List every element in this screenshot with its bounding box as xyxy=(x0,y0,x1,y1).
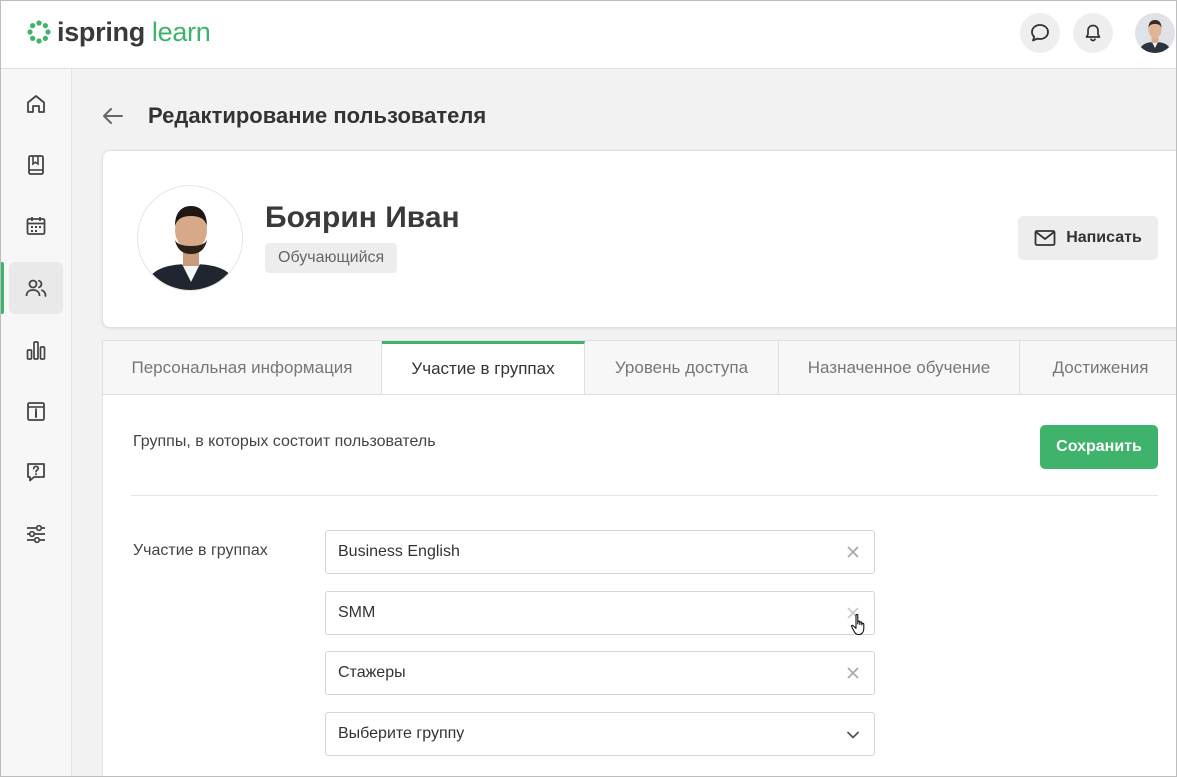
sidebar-item-help[interactable] xyxy=(9,446,63,498)
user-photo-icon xyxy=(138,186,242,290)
sidebar-item-settings[interactable] xyxy=(9,508,63,560)
tab-achievements[interactable]: Достижения xyxy=(1020,341,1177,395)
close-icon xyxy=(847,667,859,679)
sidebar-item-calendar[interactable] xyxy=(9,200,63,252)
write-message-label: Написать xyxy=(1066,229,1142,246)
logo-mark-icon xyxy=(27,20,51,44)
group-name: Business English xyxy=(338,543,460,560)
sidebar-item-catalog[interactable] xyxy=(9,139,63,191)
sidebar-item-reports[interactable] xyxy=(9,324,63,376)
logo-text-light: learn xyxy=(151,16,211,47)
groups-panel: Группы, в которых состоит пользователь С… xyxy=(102,394,1177,777)
header-avatar[interactable] xyxy=(1135,13,1175,53)
tab-bar: Персональная информация Участие в группа… xyxy=(102,340,1177,396)
group-tag[interactable]: Business English xyxy=(325,530,875,574)
divider xyxy=(131,495,1158,496)
chevron-down-icon xyxy=(847,731,859,739)
tab-personal-info[interactable]: Персональная информация xyxy=(103,341,382,395)
question-icon xyxy=(27,463,45,482)
chart-icon xyxy=(26,341,46,360)
users-icon xyxy=(25,279,47,297)
role-badge: Обучающийся xyxy=(265,243,398,273)
sidebar-item-home[interactable] xyxy=(9,78,63,130)
group-tag[interactable]: Стажеры xyxy=(325,651,875,695)
user-photo-icon xyxy=(1135,13,1175,53)
top-header: ispring learn xyxy=(0,0,1177,69)
close-icon xyxy=(847,546,859,558)
group-name: Стажеры xyxy=(338,664,406,681)
sidebar-item-users[interactable] xyxy=(9,262,63,314)
sidebar-active-indicator xyxy=(0,262,4,314)
calendar-icon xyxy=(26,217,46,235)
logo[interactable]: ispring learn xyxy=(26,16,211,48)
sidebar xyxy=(0,69,72,777)
tab-groups[interactable]: Участие в группах xyxy=(382,341,585,396)
user-name: Боярин Иван xyxy=(265,201,460,234)
notifications-button[interactable] xyxy=(1073,13,1113,53)
group-select-placeholder: Выберите группу xyxy=(338,725,465,742)
bell-icon xyxy=(1085,24,1101,42)
chat-button[interactable] xyxy=(1020,13,1060,53)
logo-text-bold: ispring xyxy=(57,16,145,47)
sliders-icon xyxy=(27,524,45,544)
back-arrow-icon[interactable] xyxy=(100,104,126,128)
profile-photo[interactable] xyxy=(137,185,243,291)
tab-assigned-learning[interactable]: Назначенное обучение xyxy=(779,341,1020,395)
envelope-icon xyxy=(1034,230,1056,246)
group-remove-button[interactable] xyxy=(846,545,860,559)
group-select[interactable]: Выберите группу xyxy=(325,712,875,756)
book-icon xyxy=(28,155,44,175)
group-remove-button[interactable] xyxy=(846,666,860,680)
group-tag[interactable]: SMM xyxy=(325,591,875,635)
group-name: SMM xyxy=(338,604,376,621)
profile-card: Боярин Иван Обучающийся Написать xyxy=(102,150,1177,328)
tab-access-level[interactable]: Уровень доступа xyxy=(585,341,779,395)
section-title: Группы, в которых состоит пользователь xyxy=(133,433,436,450)
sidebar-item-info[interactable] xyxy=(9,385,63,437)
home-icon xyxy=(27,95,45,113)
groups-field-label: Участие в группах xyxy=(133,542,268,559)
save-button[interactable]: Сохранить xyxy=(1040,425,1158,469)
chat-bubble-icon xyxy=(1031,24,1049,42)
info-icon xyxy=(27,402,45,421)
hand-cursor-icon xyxy=(850,613,865,636)
write-message-button[interactable]: Написать xyxy=(1018,216,1158,260)
page-title: Редактирование пользователя xyxy=(148,103,487,128)
